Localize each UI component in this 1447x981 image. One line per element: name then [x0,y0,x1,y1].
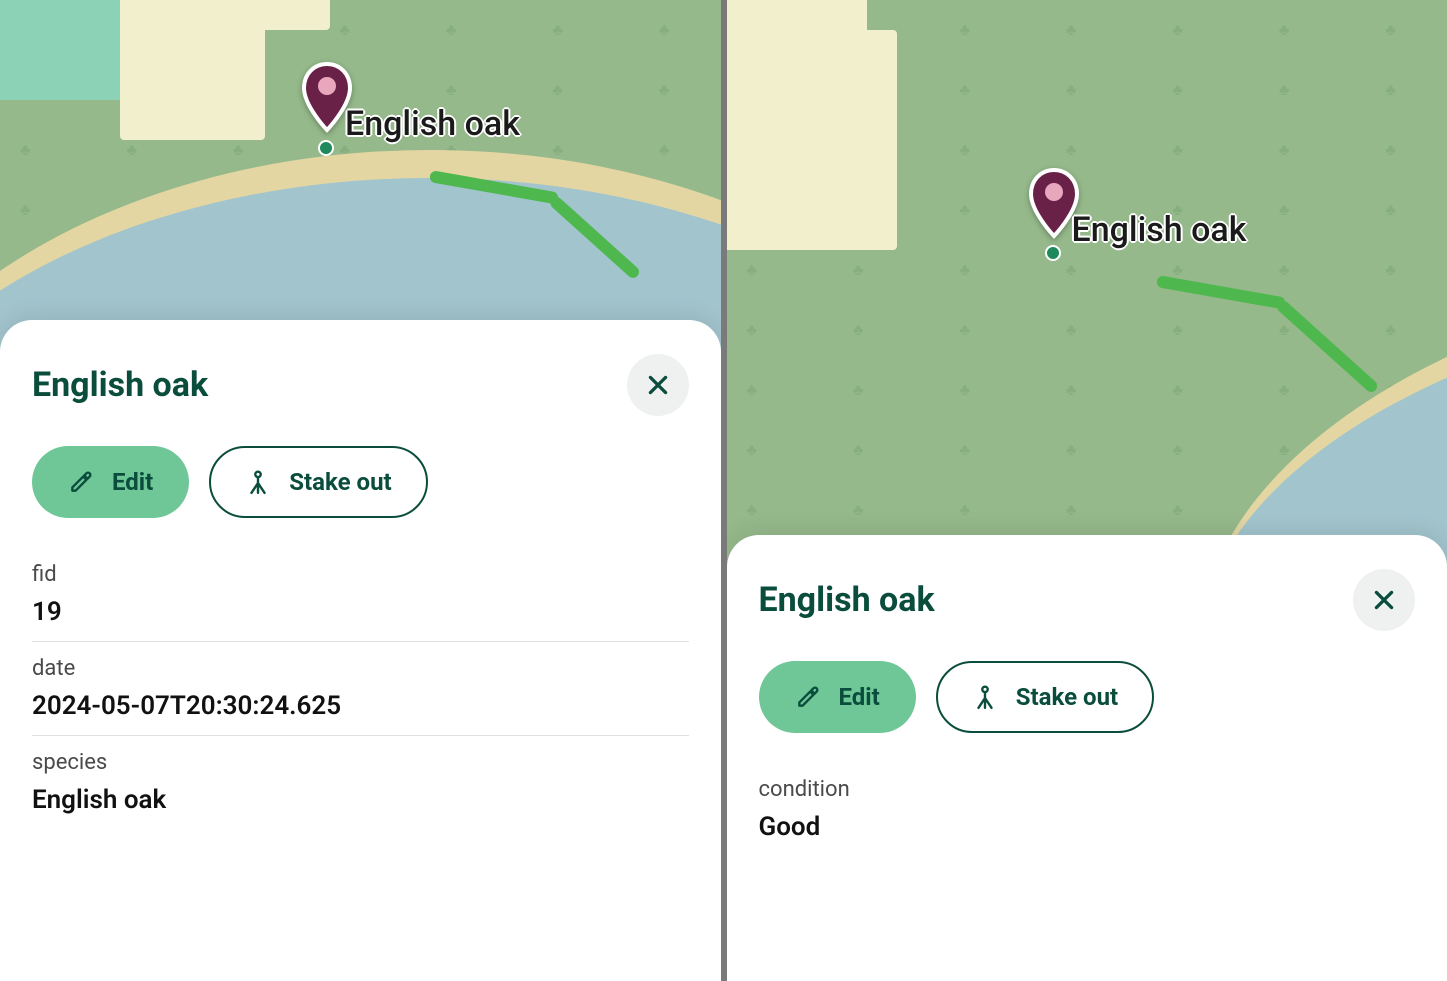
edit-button-label: Edit [839,683,880,711]
field-fid: fid 19 [32,548,689,642]
map-region [0,0,140,100]
edit-button[interactable]: Edit [32,446,189,518]
field-species: species English oak [32,736,689,829]
sheet-header: English oak [759,569,1416,631]
close-icon [645,372,671,398]
field-value: 19 [32,597,689,627]
map-region [727,30,897,250]
close-button[interactable] [627,354,689,416]
left-pane: ♣ ♣ ♣ ♣ ♣ ♣ ♣ ♣ ♣ ♣ ♣ ♣ ♣ ♣ ♣ ♣ ♣ ♣ ♣ ♣ … [0,0,721,981]
field-label: condition [759,777,1416,802]
edit-button[interactable]: Edit [759,661,916,733]
close-icon [1371,587,1397,613]
field-label: date [32,656,689,681]
feature-title: English oak [32,365,208,405]
stakeout-button[interactable]: Stake out [209,446,427,518]
stakeout-button-label: Stake out [289,468,391,496]
map-point [318,140,334,156]
field-value: English oak [32,785,689,815]
pencil-icon [795,684,821,710]
close-button[interactable] [1353,569,1415,631]
map-pin-label: English oak [345,104,520,144]
action-row: Edit Stake out [759,661,1416,733]
edit-button-label: Edit [112,468,153,496]
field-label: fid [32,562,689,587]
map-point [1045,245,1061,261]
map-pin-label: English oak [1072,210,1247,250]
tripod-icon [245,469,271,495]
feature-title: English oak [759,580,935,620]
stakeout-button-label: Stake out [1016,683,1118,711]
field-condition: condition Good [759,763,1416,856]
sheet-header: English oak [32,354,689,416]
pencil-icon [68,469,94,495]
action-row: Edit Stake out [32,446,689,518]
right-pane: ♣ ♣ ♣ ♣ ♣ ♣ ♣ ♣ ♣ ♣ ♣ ♣ ♣ ♣ ♣ ♣ ♣ ♣ ♣ ♣ … [721,0,1447,981]
feature-sheet: English oak Edit Stake out [727,535,1447,981]
stakeout-button[interactable]: Stake out [936,661,1154,733]
feature-sheet: English oak Edit Stake out [0,320,721,981]
tripod-icon [972,684,998,710]
field-date: date 2024-05-07T20:30:24.625 [32,642,689,736]
field-label: species [32,750,689,775]
field-value: 2024-05-07T20:30:24.625 [32,691,689,721]
map-region [727,0,867,50]
map-region [210,0,330,30]
field-value: Good [759,812,1416,842]
